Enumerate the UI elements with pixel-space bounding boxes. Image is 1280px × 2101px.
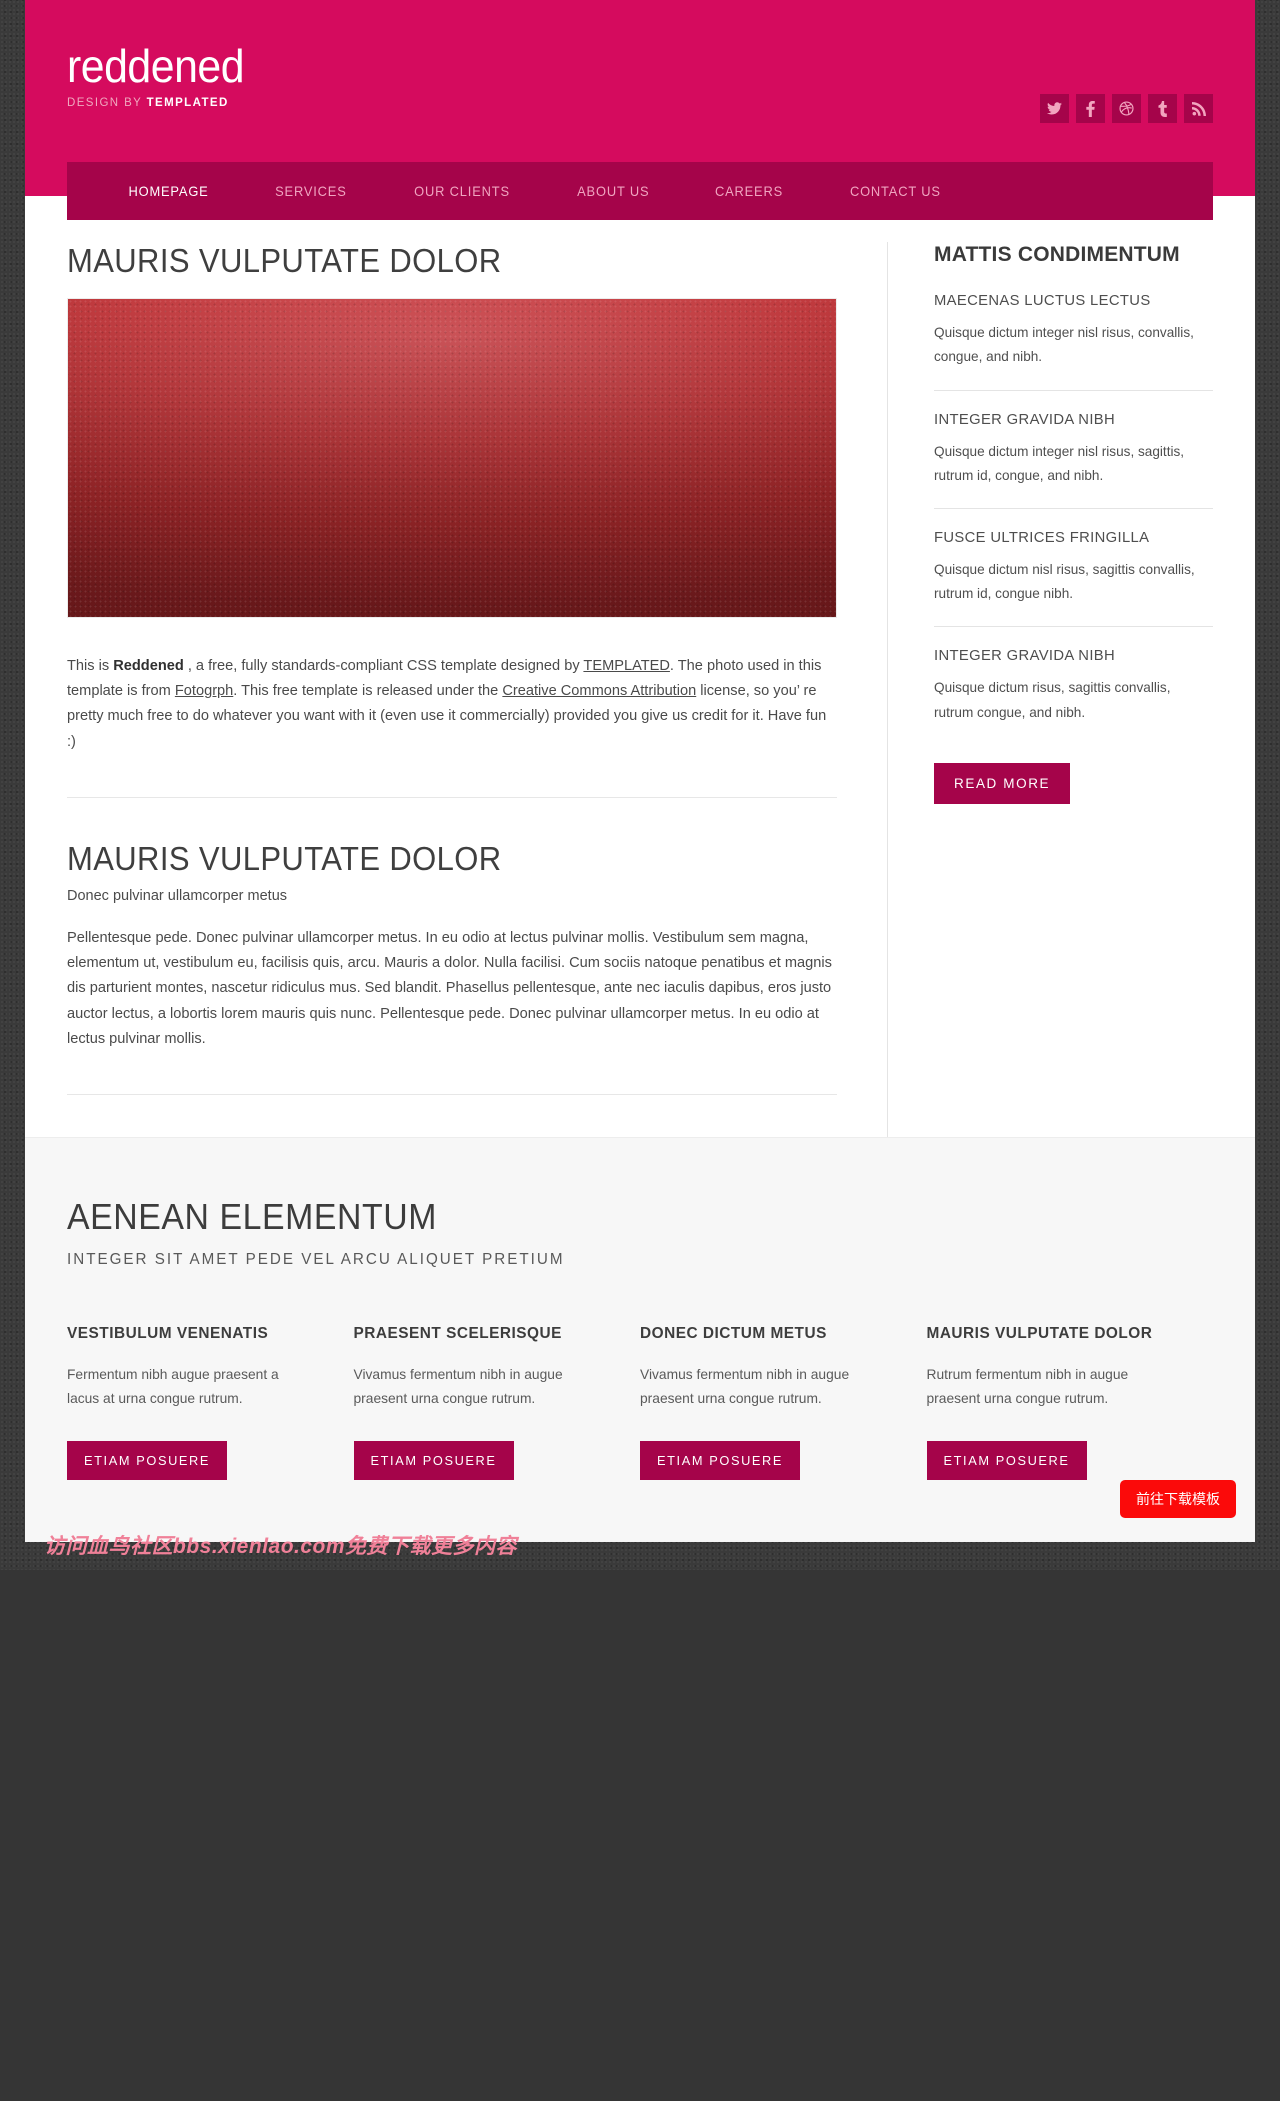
twitter-icon xyxy=(1047,102,1062,115)
sidebar-item: FUSCE ULTRICES FRINGILLA Quisque dictum … xyxy=(934,507,1213,626)
feature-button[interactable]: ETIAM POSUERE xyxy=(353,1441,514,1481)
read-more-button[interactable]: READ MORE xyxy=(934,762,1071,804)
feature-button[interactable]: ETIAM POSUERE xyxy=(640,1441,801,1481)
nav-item-homepage[interactable]: HOMEPAGE xyxy=(101,183,236,199)
feature-button[interactable]: ETIAM POSUERE xyxy=(67,1441,228,1481)
intro-seg-4: . This free template is released under t… xyxy=(233,683,503,700)
sidebar-item: MAECENAS LUCTUS LECTUS Quisque dictum in… xyxy=(934,293,1213,389)
social-links xyxy=(1040,94,1213,123)
feature-column: MAURIS VULPUTATE DOLOR Rutrum fermentum … xyxy=(926,1324,1214,1481)
divider-2 xyxy=(67,1093,837,1095)
feature-text: Fermentum nibh augue praesent a lacus at… xyxy=(67,1366,279,1407)
feature-column: PRAESENT SCELERISQUE Vivamus fermentum n… xyxy=(353,1324,641,1481)
dribbble-icon xyxy=(1119,101,1134,116)
tagline-prefix: DESIGN BY xyxy=(67,97,147,110)
intro-seg-1: This is xyxy=(67,657,114,674)
feature-button[interactable]: ETIAM POSUERE xyxy=(926,1441,1087,1481)
section-body-2: Pellentesque pede. Donec pulvinar ullamc… xyxy=(67,929,832,1047)
social-link-twitter[interactable] xyxy=(1040,94,1069,123)
intro-seg-2: , a free, fully standards-compliant CSS … xyxy=(183,657,584,674)
sidebar-item-text: Quisque dictum integer nisl risus, conva… xyxy=(934,325,1194,365)
sidebar-item: INTEGER GRAVIDA NIBH Quisque dictum inte… xyxy=(934,389,1213,508)
sidebar-item-heading: INTEGER GRAVIDA NIBH xyxy=(934,411,1116,428)
nav-item-careers[interactable]: CAREERS xyxy=(688,183,811,199)
sidebar-item-heading: INTEGER GRAVIDA NIBH xyxy=(934,648,1116,665)
feature-text: Vivamus fermentum nibh in augue praesent… xyxy=(640,1366,850,1407)
features-columns: VESTIBULUM VENENATIS Fermentum nibh augu… xyxy=(67,1324,1214,1481)
divider xyxy=(67,796,837,798)
download-template-button[interactable]: 前往下载模板 xyxy=(1120,1480,1236,1519)
sidebar-title: MATTIS CONDIMENTUM xyxy=(934,243,1180,266)
sidebar-item-heading: MAECENAS LUCTUS LECTUS xyxy=(934,293,1151,310)
content-sheet: MAURIS VULPUTATE DOLOR This is Reddened … xyxy=(25,196,1255,1543)
sidebar-item-text: Quisque dictum integer nisl risus, sagit… xyxy=(934,443,1185,483)
social-link-rss[interactable] xyxy=(1184,94,1213,123)
features-title: AENEAN ELEMENTUM xyxy=(67,1195,438,1237)
section-subtitle-2: Donec pulvinar ullamcorper metus xyxy=(67,887,288,904)
page-wrapper: reddened DESIGN BY TEMPLATED HOMEPAGE SE… xyxy=(25,0,1255,1570)
feature-heading: PRAESENT SCELERISQUE xyxy=(353,1324,562,1342)
sidebar-item-text: Quisque dictum nisl risus, sagittis conv… xyxy=(934,561,1195,602)
social-link-dribbble[interactable] xyxy=(1112,94,1141,123)
page-title: MAURIS VULPUTATE DOLOR xyxy=(67,242,502,279)
nav-item-about-us[interactable]: ABOUT US xyxy=(549,183,676,199)
sidebar-item: INTEGER GRAVIDA NIBH Quisque dictum risu… xyxy=(934,626,1213,744)
social-link-tumblr[interactable] xyxy=(1148,94,1177,123)
feature-heading: DONEC DICTUM METUS xyxy=(640,1324,827,1342)
feature-column: DONEC DICTUM METUS Vivamus fermentum nib… xyxy=(640,1324,927,1481)
feature-text: Rutrum fermentum nibh in augue praesent … xyxy=(926,1366,1129,1407)
nav-item-contact-us[interactable]: CONTACT US xyxy=(823,183,969,199)
main-navigation: HOMEPAGE SERVICES OUR CLIENTS ABOUT US C… xyxy=(67,162,1213,220)
sidebar-item-text: Quisque dictum risus, sagittis convallis… xyxy=(934,680,1171,720)
link-fotogrph[interactable]: Fotogrph xyxy=(175,683,233,699)
nav-item-services[interactable]: SERVICES xyxy=(248,183,375,199)
feature-heading: MAURIS VULPUTATE DOLOR xyxy=(926,1324,1153,1342)
link-creative-commons[interactable]: Creative Commons Attribution xyxy=(502,683,696,699)
sidebar-item-heading: FUSCE ULTRICES FRINGILLA xyxy=(934,529,1150,546)
facebook-icon xyxy=(1086,100,1095,117)
site-header: reddened DESIGN BY TEMPLATED HOMEPAGE SE… xyxy=(25,0,1255,220)
nav-item-our-clients[interactable]: OUR CLIENTS xyxy=(386,183,537,199)
link-templated[interactable]: TEMPLATED xyxy=(583,658,670,674)
main-region: MAURIS VULPUTATE DOLOR This is Reddened … xyxy=(25,196,1255,1137)
feature-text: Vivamus fermentum nibh in augue praesent… xyxy=(353,1366,563,1407)
watermark-text: 访问血鸟社区bbs.xienlao.com免费下载更多内容 xyxy=(44,1535,518,1559)
feature-column: VESTIBULUM VENENATIS Fermentum nibh augu… xyxy=(67,1324,354,1481)
features-section: AENEAN ELEMENTUM INTEGER SIT AMET PEDE V… xyxy=(25,1136,1255,1543)
hero-image xyxy=(67,297,837,618)
features-subtitle: INTEGER SIT AMET PEDE VEL ARCU ALIQUET P… xyxy=(67,1250,565,1268)
tagline-brand: TEMPLATED xyxy=(146,97,229,110)
rss-icon xyxy=(1191,101,1206,116)
feature-heading: VESTIBULUM VENENATIS xyxy=(67,1324,269,1342)
sidebar: MATTIS CONDIMENTUM MAECENAS LUCTUS LECTU… xyxy=(887,242,1213,1137)
tumblr-icon xyxy=(1157,100,1168,117)
intro-paragraph: This is Reddened , a free, fully standar… xyxy=(67,654,837,755)
social-link-facebook[interactable] xyxy=(1076,94,1105,123)
intro-bold-brand: Reddened xyxy=(113,657,184,674)
section-title-2: MAURIS VULPUTATE DOLOR xyxy=(67,839,502,877)
site-logo: reddened xyxy=(67,40,245,92)
primary-content: MAURIS VULPUTATE DOLOR This is Reddened … xyxy=(67,242,887,1137)
